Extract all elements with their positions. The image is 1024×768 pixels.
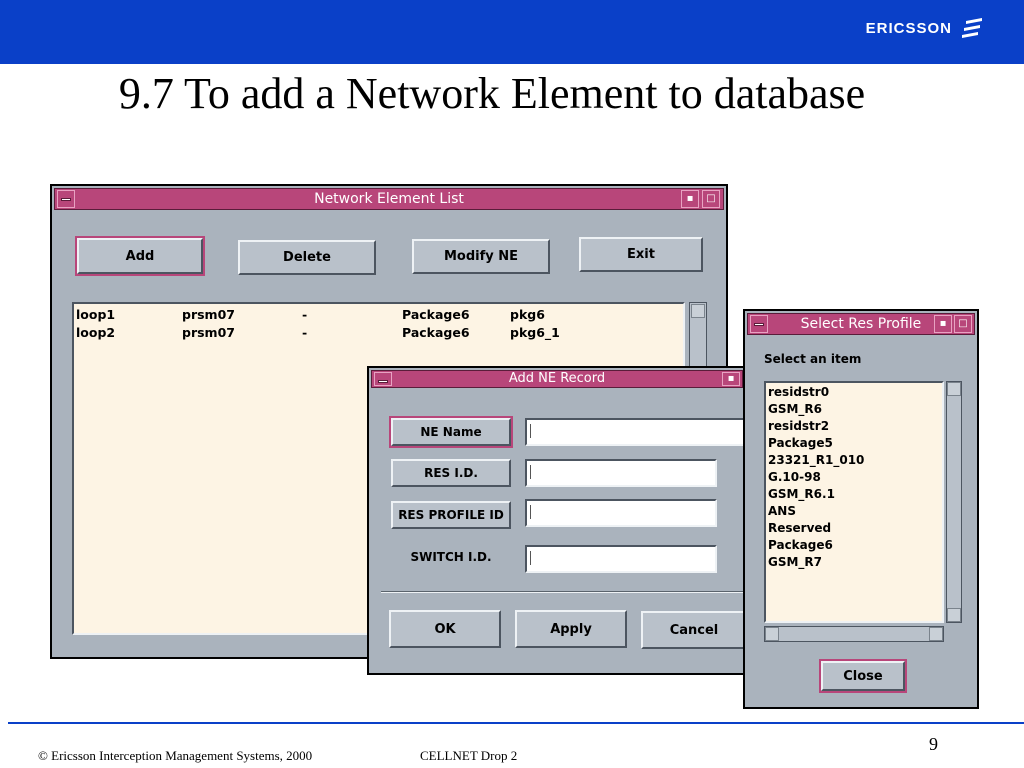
maximize-icon[interactable]: □ — [702, 190, 720, 208]
scroll-up-icon[interactable] — [947, 382, 961, 396]
ne-name-cell: loop1 — [76, 307, 116, 322]
add-button[interactable]: Add — [75, 236, 205, 276]
window-title: Add NE Record — [508, 371, 606, 386]
list-item[interactable]: GSM_R7 — [768, 554, 822, 571]
scroll-down-icon[interactable] — [947, 608, 961, 622]
dash-cell: - — [302, 325, 308, 340]
switch-id-label: SWITCH I.D. — [410, 550, 492, 564]
copyright-text: © Ericsson Interception Management Syste… — [38, 748, 313, 763]
list-item[interactable]: G.10-98 — [768, 469, 821, 486]
pkg-cell: pkg6 — [510, 307, 545, 322]
minimize-icon[interactable]: ▪ — [681, 190, 699, 208]
res-profile-list[interactable]: residstr0 GSM_R6 residstr2 Package5 23321_R1… — [764, 381, 944, 623]
ericsson-mark-icon — [962, 18, 982, 38]
host-cell: prsm07 — [182, 325, 235, 340]
package-cell: Package6 — [402, 307, 470, 322]
vertical-scrollbar[interactable] — [946, 381, 962, 623]
minimize-icon[interactable]: ▪ — [722, 372, 740, 386]
apply-button[interactable]: Apply — [515, 610, 627, 648]
brand-name: ERICSSON — [865, 19, 952, 37]
list-item[interactable]: residstr2 — [768, 418, 829, 435]
ne-name-button[interactable]: NE Name — [389, 416, 513, 448]
cancel-button[interactable]: Cancel — [641, 611, 747, 649]
scroll-left-icon[interactable] — [765, 627, 779, 641]
titlebar[interactable]: Add NE Record ▪ — [371, 370, 743, 388]
slide-title: 9.7 To add a Network Element to database — [118, 69, 866, 118]
maximize-icon[interactable]: □ — [954, 315, 972, 333]
res-profile-id-button[interactable]: RES PROFILE ID — [391, 501, 511, 529]
product-text: CELLNET Drop 2 — [420, 748, 518, 763]
res-profile-id-field[interactable] — [525, 499, 717, 527]
list-item[interactable]: 23321_R1_010 — [768, 452, 864, 469]
table-row[interactable]: loop2 prsm07 - Package6 pkg6_1 — [76, 324, 676, 342]
footer-divider — [8, 722, 1024, 724]
delete-button[interactable]: Delete — [238, 240, 376, 275]
package-cell: Package6 — [402, 325, 470, 340]
list-item[interactable]: GSM_R6.1 — [768, 486, 835, 503]
scroll-right-icon[interactable] — [929, 627, 943, 641]
pkg-cell: pkg6_1 — [510, 325, 560, 340]
scroll-up-icon[interactable] — [691, 304, 705, 318]
ok-button[interactable]: OK — [389, 610, 501, 648]
select-prompt: Select an item — [764, 352, 862, 366]
ne-name-cell: loop2 — [76, 325, 116, 340]
header-bar: ERICSSON — [0, 0, 1024, 64]
divider — [381, 591, 747, 593]
res-id-button[interactable]: RES I.D. — [391, 459, 511, 487]
minimize-icon[interactable]: ▪ — [934, 315, 952, 333]
res-id-field[interactable] — [525, 459, 717, 487]
switch-id-field[interactable] — [525, 545, 717, 573]
window-title: Network Element List — [314, 191, 464, 207]
titlebar[interactable]: Select Res Profile ▪ □ — [747, 313, 975, 335]
dash-cell: - — [302, 307, 308, 322]
exit-button[interactable]: Exit — [579, 237, 703, 272]
list-item[interactable]: residstr0 — [768, 384, 829, 401]
close-button[interactable]: Close — [819, 659, 907, 693]
titlebar[interactable]: Network Element List ▪ □ — [54, 188, 724, 210]
list-item[interactable]: GSM_R6 — [768, 401, 822, 418]
list-item[interactable]: Package6 — [768, 537, 833, 554]
list-item[interactable]: ANS — [768, 503, 796, 520]
ericsson-logo: ERICSSON — [866, 18, 984, 38]
ne-name-field[interactable] — [525, 418, 747, 446]
list-item[interactable]: Reserved — [768, 520, 831, 537]
page-number: 9 — [929, 734, 938, 754]
modify-ne-button[interactable]: Modify NE — [412, 239, 550, 274]
host-cell: prsm07 — [182, 307, 235, 322]
horizontal-scrollbar[interactable] — [764, 626, 944, 642]
list-item[interactable]: Package5 — [768, 435, 833, 452]
table-row[interactable]: loop1 prsm07 - Package6 pkg6 — [76, 306, 676, 324]
select-res-profile-window: Select Res Profile ▪ □ Select an item re… — [743, 309, 979, 709]
add-ne-record-window: Add NE Record ▪ NE Name RES I.D. RES PRO… — [367, 366, 747, 675]
